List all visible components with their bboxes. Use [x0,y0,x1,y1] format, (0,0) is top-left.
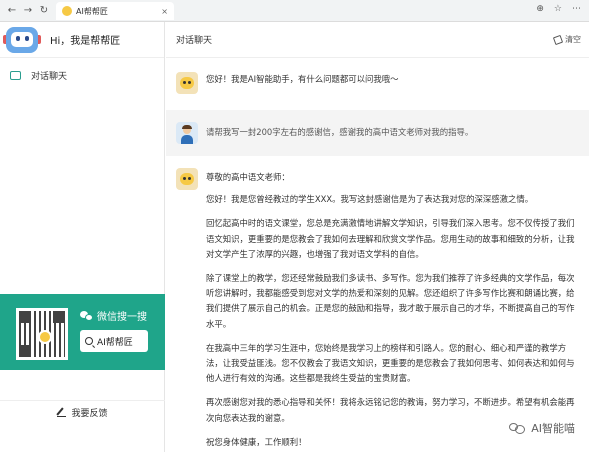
browser-toolbar: ← → ↻ AI帮帮匠 × ⊕ ☆ ⋯ [0,0,589,22]
greeting-text: Hi，我是帮帮匠 [50,36,121,47]
user-avatar-icon [176,122,198,144]
watermark-logo-icon [509,421,527,435]
wechat-promo-banner: 微信搜一搜 AI帮帮匠 [0,294,165,370]
favicon-icon [62,6,72,16]
chat-header: 对话聊天 清空 [166,22,589,58]
page-title: 对话聊天 [176,36,213,46]
bot-avatar-icon [176,168,198,190]
chat-panel: 对话聊天 清空 您好！我是AI智能助手，有什么问题都可以问我哦～ 请帮我写一封2… [166,22,589,452]
sidebar-item-label: 对话聊天 [31,71,68,82]
robot-avatar-icon [2,23,42,57]
wechat-search-box[interactable]: AI帮帮匠 [80,330,148,352]
zoom-icon[interactable]: ⊕ [536,4,544,14]
close-tab-icon[interactable]: × [161,7,168,16]
more-icon[interactable]: ⋯ [572,4,581,14]
letter-paragraph: 在我高中三年的学习生涯中，您始终是我学习上的榜样和引路人。您的耐心、细心和严谨的… [206,342,575,384]
brand-header: Hi，我是帮帮匠 [0,22,164,58]
bot-avatar-icon [176,72,198,94]
sidebar: Hi，我是帮帮匠 对话聊天 微信搜一搜 AI帮帮匠 我要反馈 [0,22,165,452]
wechat-label-text: 微信搜一搜 [97,312,147,323]
browser-controls: ⊕ ☆ ⋯ [536,4,581,14]
browser-tab[interactable]: AI帮帮匠 × [56,2,174,20]
letter-content: 尊敬的高中语文老师： 您好！我是您曾经教过的学生XXX。我写这封感谢信是为了表达… [206,168,579,459]
message-text: 请帮我写一封200字左右的感谢信，感谢我的高中语文老师对我的指导。 [206,127,474,137]
clear-button[interactable]: 清空 [552,34,581,45]
watermark-text: AI智能喵 [531,422,575,435]
forward-icon[interactable]: → [20,5,36,16]
qr-logo-icon [38,330,52,344]
eraser-icon [552,34,564,45]
bot-message: 您好！我是AI智能助手，有什么问题都可以问我哦～ [166,64,589,102]
letter-paragraph: 您好！我是您曾经教过的学生XXX。我写这封感谢信是为了表达我对您的深深感激之情。 [206,194,534,205]
message-text: 您好！我是AI智能助手，有什么问题都可以问我哦～ [206,74,399,84]
letter-paragraph: 除了课堂上的教学，您还经常鼓励我们多读书、多写作。您为我们推荐了许多经典的文学作… [206,273,575,329]
letter-paragraph: 回忆起高中时的语文课堂，您总是充满激情地讲解文学知识，引导我们深入思考。您不仅传… [206,218,575,259]
watermark: AI智能喵 [509,420,575,436]
wechat-search-label: 微信搜一搜 [80,308,147,323]
reload-icon[interactable]: ↻ [36,5,52,16]
qr-code [16,308,68,360]
feedback-button[interactable]: 我要反馈 [0,400,165,424]
search-icon [85,337,93,345]
letter-salutation: 尊敬的高中语文老师： [206,172,290,182]
search-value: AI帮帮匠 [97,337,133,348]
clear-label: 清空 [565,35,581,44]
favorite-icon[interactable]: ☆ [554,4,562,14]
back-icon[interactable]: ← [4,5,20,16]
user-message: 请帮我写一封200字左右的感谢信，感谢我的高中语文老师对我的指导。 [166,110,589,156]
sidebar-item-chat[interactable]: 对话聊天 [0,64,164,86]
feedback-label: 我要反馈 [71,409,108,419]
chat-icon [10,70,21,80]
letter-paragraph: 祝您身体健康，工作顺利！ [206,436,307,447]
edit-icon [57,408,67,417]
tab-title: AI帮帮匠 [76,6,108,16]
wechat-icon [80,310,93,321]
